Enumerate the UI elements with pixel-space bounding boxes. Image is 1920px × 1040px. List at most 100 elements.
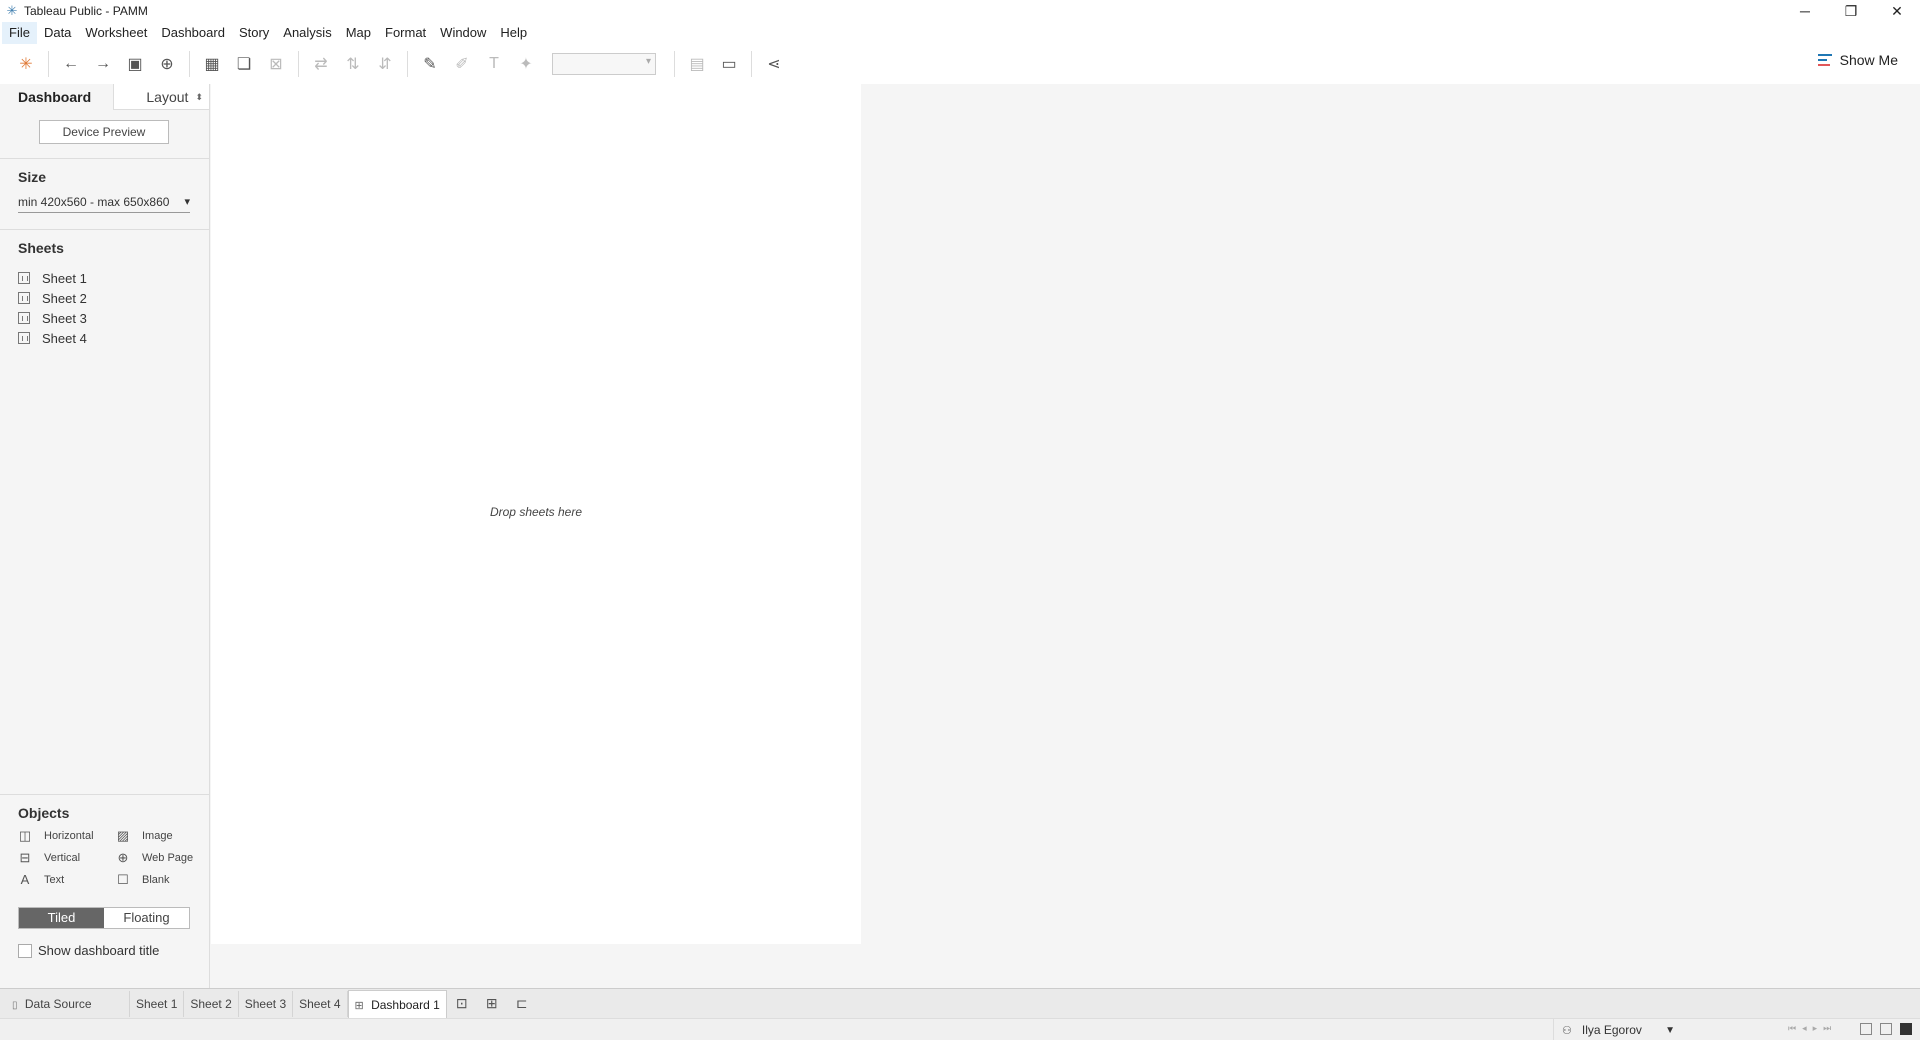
first-sheet-icon[interactable]: ⏮ <box>1788 1023 1802 1034</box>
filmstrip-icon[interactable] <box>1880 1023 1892 1035</box>
image-icon: ▨ <box>116 828 130 843</box>
swap-rows-columns-icon[interactable]: ⇄ <box>305 49 337 79</box>
next-sheet-icon[interactable]: ▸ <box>1813 1023 1824 1034</box>
show-cards-icon[interactable]: ▤ <box>681 49 713 79</box>
undo-icon[interactable]: ← <box>55 49 87 79</box>
sheet-tab-bar: ▯ Data Source Sheet 1 Sheet 2 Sheet 3 Sh… <box>0 988 1920 1018</box>
object-image[interactable]: ▨ Image <box>116 827 214 845</box>
new-dashboard-tab-icon[interactable]: ⊞ <box>477 991 507 1017</box>
menu-map[interactable]: Map <box>339 22 378 44</box>
title-bar: ✳ Tableau Public - PAMM ─ ❐ ✕ <box>0 0 1920 22</box>
size-dropdown[interactable]: min 420x560 - max 650x860 <box>18 193 190 213</box>
object-label: Image <box>142 830 173 842</box>
floating-button[interactable]: Floating <box>104 908 189 928</box>
tab-sheet-3[interactable]: Sheet 3 <box>239 990 294 1017</box>
fix-axes-icon[interactable]: ✦ <box>510 49 542 79</box>
toolbar-separator <box>674 51 675 77</box>
clear-sheet-icon[interactable]: ⊠ <box>260 49 292 79</box>
size-section: Size min 420x560 - max 650x860 <box>0 158 209 229</box>
sort-descending-icon[interactable]: ⇵ <box>369 49 401 79</box>
horizontal-container-icon: ◫ <box>18 828 32 843</box>
save-icon[interactable]: ▣ <box>119 49 151 79</box>
toolbar-separator <box>298 51 299 77</box>
tab-sheet-2[interactable]: Sheet 2 <box>184 990 239 1017</box>
objects-grid: ◫ Horizontal ▨ Image ⊟ Vertical ⊕ Web Pa… <box>18 827 193 889</box>
menu-window[interactable]: Window <box>433 22 493 44</box>
sheet-label: Sheet 1 <box>42 270 87 286</box>
menu-dashboard[interactable]: Dashboard <box>154 22 232 44</box>
show-mark-labels-icon[interactable]: T <box>478 49 510 79</box>
tabs-view-icon[interactable] <box>1900 1023 1912 1035</box>
close-icon[interactable]: ✕ <box>1874 0 1920 22</box>
restore-icon[interactable]: ❐ <box>1828 0 1874 22</box>
dashboard-canvas[interactable]: Drop sheets here <box>211 84 861 944</box>
menu-bar: File Data Worksheet Dashboard Story Anal… <box>0 22 1920 44</box>
tab-data-source[interactable]: ▯ Data Source <box>4 990 130 1017</box>
new-worksheet-tab-icon[interactable]: ⊡ <box>447 991 477 1017</box>
sheet-list-item[interactable]: Sheet 4 <box>18 328 191 348</box>
vertical-container-icon: ⊟ <box>19 850 31 865</box>
tab-label: Dashboard 1 <box>371 997 440 1012</box>
group-members-icon[interactable]: ✐ <box>446 49 478 79</box>
menu-file[interactable]: File <box>2 22 37 44</box>
tableau-logo-icon: ✳ <box>6 3 18 18</box>
sheet-sorter-icon[interactable] <box>1860 1023 1872 1035</box>
toolbar-separator <box>189 51 190 77</box>
tableau-home-icon[interactable]: ✳ <box>10 49 42 79</box>
user-menu[interactable]: ⚇ Ilya Egorov ▼ <box>1553 1019 1681 1040</box>
tab-sheet-1[interactable]: Sheet 1 <box>130 990 185 1017</box>
object-label: Web Page <box>142 852 194 864</box>
object-web-page[interactable]: ⊕ Web Page <box>116 849 214 867</box>
show-title-checkbox[interactable] <box>18 943 32 958</box>
new-story-tab-icon[interactable]: ⊏ <box>507 991 537 1017</box>
toolbar-separator <box>48 51 49 77</box>
show-me-label: Show Me <box>1839 52 1898 68</box>
object-horizontal[interactable]: ◫ Horizontal <box>18 827 116 845</box>
menu-analysis[interactable]: Analysis <box>276 22 338 44</box>
minimize-icon[interactable]: ─ <box>1782 0 1828 22</box>
menu-help[interactable]: Help <box>493 22 534 44</box>
sheet-list-item[interactable]: Sheet 2 <box>18 288 191 308</box>
presentation-mode-icon[interactable]: ▭ <box>713 49 745 79</box>
tab-dashboard-1[interactable]: ⊞ Dashboard 1 <box>347 989 447 1018</box>
menu-worksheet[interactable]: Worksheet <box>78 22 154 44</box>
show-me-button[interactable]: Show Me <box>1817 52 1898 68</box>
toolbar-separator <box>407 51 408 77</box>
new-worksheet-icon[interactable]: ▦ <box>196 49 228 79</box>
object-vertical[interactable]: ⊟ Vertical <box>18 849 116 867</box>
object-text[interactable]: A Text <box>18 871 116 889</box>
view-mode-buttons <box>1860 1023 1912 1035</box>
device-preview-button[interactable]: Device Preview <box>39 120 169 144</box>
chevron-down-icon: ▼ <box>1665 1024 1675 1036</box>
share-icon[interactable]: ⋖ <box>758 49 790 79</box>
last-sheet-icon[interactable]: ⏭ <box>1823 1023 1837 1034</box>
tab-sheet-4[interactable]: Sheet 4 <box>293 990 348 1017</box>
duplicate-sheet-icon[interactable]: ❏ <box>228 49 260 79</box>
fit-dropdown[interactable] <box>552 53 656 75</box>
object-label: Horizontal <box>44 830 94 842</box>
drop-hint: Drop sheets here <box>489 505 583 519</box>
sheet-list-item[interactable]: Sheet 3 <box>18 308 191 328</box>
size-title: Size <box>18 169 47 185</box>
tab-layout[interactable]: Layout <box>113 84 209 110</box>
redo-icon[interactable]: → <box>87 49 119 79</box>
object-label: Text <box>44 874 65 886</box>
sort-ascending-icon[interactable]: ⇅ <box>337 49 369 79</box>
tiled-button[interactable]: Tiled <box>19 908 104 928</box>
window-controls: ─ ❐ ✕ <box>1782 0 1920 22</box>
globe-icon: ⊕ <box>117 850 129 865</box>
object-blank[interactable]: ☐ Blank <box>116 871 214 889</box>
show-title-option[interactable]: Show dashboard title <box>18 943 191 958</box>
worksheet-icon <box>18 272 30 284</box>
toolbar-separator <box>751 51 752 77</box>
tab-dashboard[interactable]: Dashboard <box>0 84 114 110</box>
menu-data[interactable]: Data <box>37 22 78 44</box>
dashboard-workspace: Drop sheets here <box>211 84 1920 988</box>
sheet-list-item[interactable]: Sheet 1 <box>18 268 191 288</box>
menu-story[interactable]: Story <box>232 22 276 44</box>
new-data-source-icon[interactable]: ⊕ <box>151 49 183 79</box>
previous-sheet-icon[interactable]: ◂ <box>1802 1023 1813 1034</box>
menu-format[interactable]: Format <box>378 22 433 44</box>
sheet-label: Sheet 2 <box>42 290 87 306</box>
highlight-icon[interactable]: ✎ <box>414 49 446 79</box>
